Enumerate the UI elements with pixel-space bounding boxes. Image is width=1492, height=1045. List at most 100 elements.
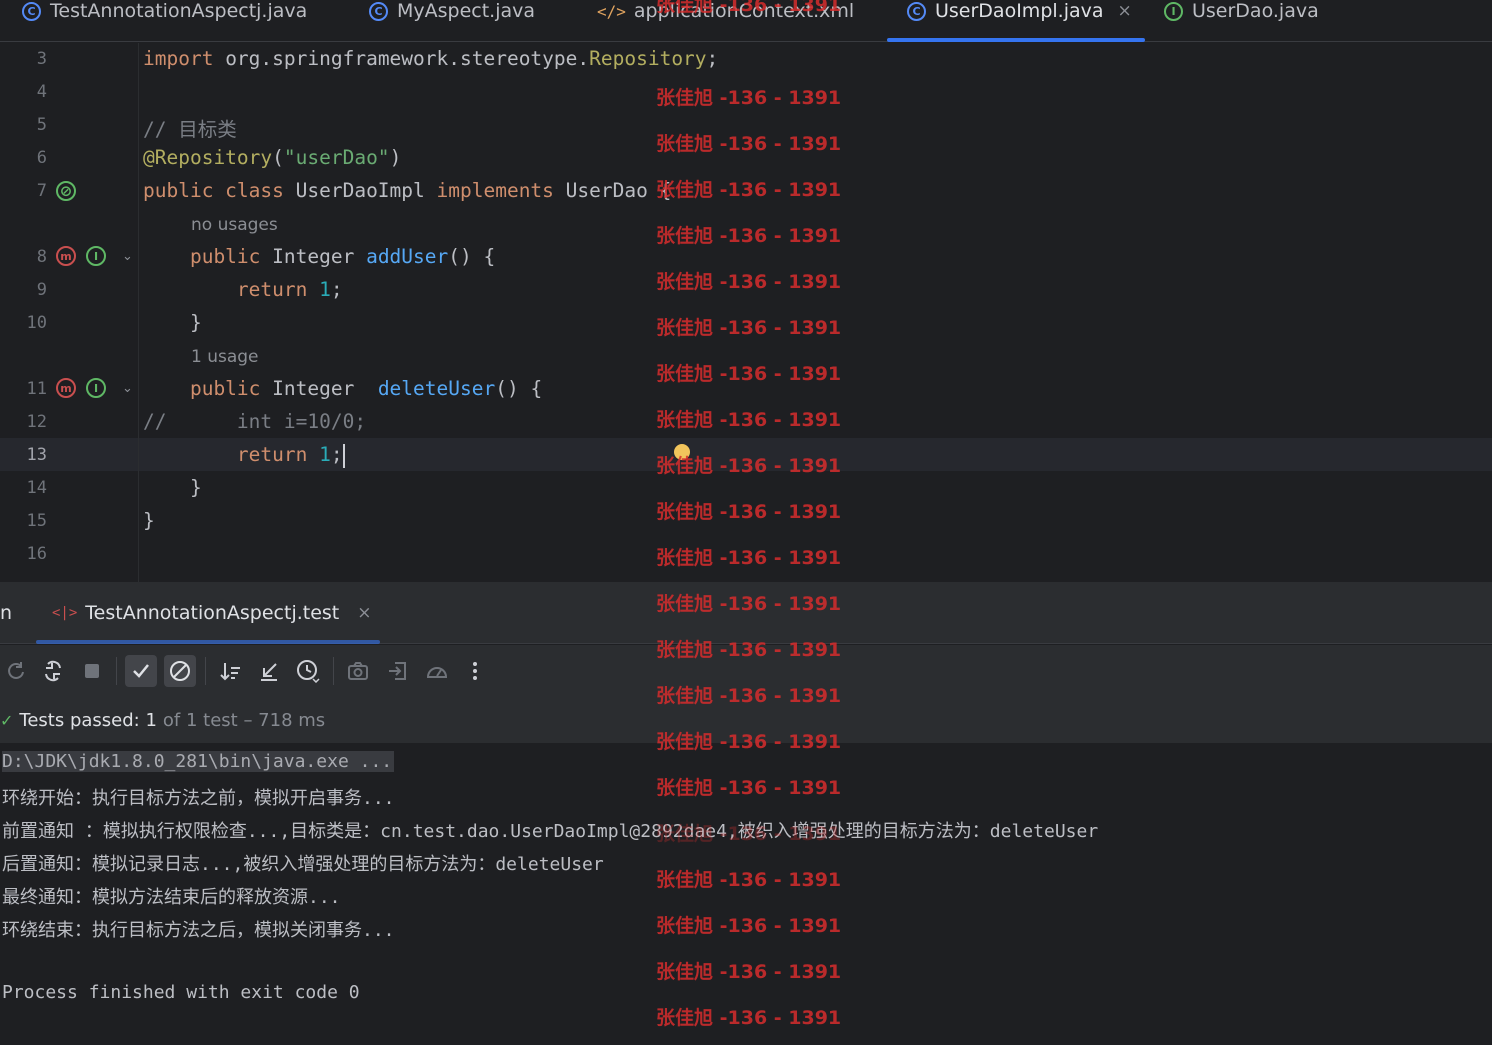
code-token: 1 bbox=[307, 278, 331, 301]
code-token: "userDao" bbox=[283, 146, 390, 169]
import-icon[interactable] bbox=[382, 655, 414, 687]
duration-icon[interactable] bbox=[292, 655, 324, 687]
code-token: public bbox=[143, 377, 261, 400]
tab-test-annotation-aspectj[interactable]: C TestAnnotationAspectj.java bbox=[22, 0, 307, 42]
line-number[interactable]: 11 bbox=[0, 379, 47, 399]
line-number[interactable]: 12 bbox=[0, 412, 47, 432]
test-status-bar: ✓ Tests passed: 1 of 1 test – 718 ms bbox=[0, 697, 1492, 743]
active-tab-indicator bbox=[887, 38, 1145, 42]
line-number[interactable]: 4 bbox=[0, 82, 47, 102]
code-line-7[interactable]: public class UserDaoImpl implements User… bbox=[143, 179, 671, 202]
run-configuration-tab[interactable]: <|> TestAnnotationAspectj.test × bbox=[52, 602, 372, 624]
line-number[interactable]: 8 bbox=[0, 247, 47, 267]
code-token: () { bbox=[495, 377, 543, 400]
implements-method-icon[interactable]: m bbox=[56, 378, 76, 398]
line-number-current[interactable]: 13 bbox=[0, 445, 47, 465]
line-number[interactable]: 5 bbox=[0, 115, 47, 135]
fold-chevron-icon[interactable]: ⌄ bbox=[122, 381, 133, 396]
usage-hint[interactable]: 1 usage bbox=[191, 347, 259, 367]
check-icon: ✓ bbox=[0, 710, 14, 730]
tab-application-context[interactable]: </> applicationContext.xml bbox=[597, 0, 854, 42]
code-token: return bbox=[143, 443, 308, 466]
coverage-icon[interactable] bbox=[421, 655, 453, 687]
code-token: public class bbox=[143, 179, 284, 202]
class-icon: C bbox=[907, 2, 926, 21]
toolbar-separator bbox=[205, 657, 206, 685]
code-token: UserDao { bbox=[553, 179, 672, 202]
toolbar-separator bbox=[116, 657, 117, 685]
tab-user-dao[interactable]: I UserDao.java bbox=[1164, 0, 1319, 42]
line-number[interactable]: 15 bbox=[0, 511, 47, 531]
line-number[interactable]: 10 bbox=[0, 313, 47, 333]
console-output[interactable]: D:\JDK\jdk1.8.0_281\bin\java.exe ... 环绕开… bbox=[0, 743, 1492, 1045]
code-line-14[interactable]: } bbox=[143, 476, 202, 499]
lightbulb-icon[interactable] bbox=[674, 444, 690, 460]
code-token: 1 bbox=[307, 443, 331, 466]
console-line: 前置通知 ：模拟执行权限检查...,目标类是：cn.test.dao.UserD… bbox=[2, 821, 1099, 842]
code-line-3[interactable]: import org.springframework.stereotype.Re… bbox=[143, 47, 718, 70]
screenshot-icon[interactable] bbox=[342, 655, 374, 687]
close-icon[interactable]: × bbox=[1118, 1, 1132, 21]
code-token: Integer bbox=[260, 377, 378, 400]
rerun-icon[interactable] bbox=[0, 655, 32, 687]
line-number[interactable]: 9 bbox=[0, 280, 47, 300]
test-config-icon: <|> bbox=[52, 605, 78, 621]
code-line-11[interactable]: public Integer deleteUser() { bbox=[143, 377, 542, 400]
collapse-icon[interactable] bbox=[253, 655, 285, 687]
console-line: 环绕开始：执行目标方法之前，模拟开启事务... bbox=[2, 788, 395, 809]
code-token: org.springframework.stereotype. bbox=[213, 47, 590, 70]
line-number[interactable]: 16 bbox=[0, 544, 47, 564]
go-to-interface-icon[interactable]: I bbox=[86, 246, 106, 266]
console-line: 环绕结束：执行目标方法之后，模拟关闭事务... bbox=[2, 920, 395, 941]
tab-label: UserDaoImpl.java bbox=[935, 0, 1104, 22]
code-line-6[interactable]: @Repository("userDao") bbox=[143, 146, 401, 169]
tab-label: UserDao.java bbox=[1192, 0, 1319, 22]
show-passed-icon[interactable] bbox=[125, 655, 157, 687]
code-line-12[interactable]: // int i=10/0; bbox=[143, 410, 366, 433]
line-number[interactable]: 14 bbox=[0, 478, 47, 498]
go-to-interface-icon[interactable]: I bbox=[86, 378, 106, 398]
close-icon[interactable]: × bbox=[357, 603, 371, 623]
code-editor[interactable]: 3 4 5 6 7 8 9 10 11 12 13 14 15 16 ⊘ m I… bbox=[0, 43, 1492, 582]
code-line-9[interactable]: return 1; bbox=[143, 278, 343, 301]
line-number[interactable]: 3 bbox=[0, 49, 47, 69]
code-line-13[interactable]: return 1; bbox=[143, 443, 345, 468]
tab-user-dao-impl[interactable]: C UserDaoImpl.java × bbox=[907, 0, 1132, 42]
implements-method-icon[interactable]: m bbox=[56, 246, 76, 266]
comment-text: // 目标类 bbox=[143, 118, 237, 141]
console-command-line[interactable]: D:\JDK\jdk1.8.0_281\bin\java.exe ... bbox=[2, 751, 395, 772]
code-token: ) bbox=[389, 146, 402, 169]
code-line-8[interactable]: public Integer addUser() { bbox=[143, 245, 495, 268]
code-token: implements bbox=[436, 179, 554, 202]
code-token: ; bbox=[330, 443, 343, 466]
code-token: deleteUser bbox=[377, 377, 496, 400]
stop-icon[interactable] bbox=[76, 655, 108, 687]
no-aspect-icon[interactable]: ⊘ bbox=[56, 181, 76, 201]
tests-passed-label: Tests passed: 1 bbox=[19, 709, 157, 731]
code-line-10[interactable]: } bbox=[143, 311, 202, 334]
usage-hint[interactable]: no usages bbox=[191, 215, 278, 235]
rerun-failed-icon[interactable] bbox=[37, 655, 69, 687]
line-number[interactable]: 7 bbox=[0, 181, 47, 201]
code-token: @Repository bbox=[143, 146, 273, 169]
code-token: ; bbox=[706, 47, 719, 70]
class-icon: C bbox=[369, 2, 388, 21]
interface-icon: I bbox=[1164, 2, 1183, 21]
code-token: return bbox=[143, 278, 308, 301]
tab-label: MyAspect.java bbox=[397, 0, 536, 22]
run-tab-label: TestAnnotationAspectj.test bbox=[85, 602, 340, 624]
code-token: import bbox=[143, 47, 214, 70]
class-icon: C bbox=[22, 2, 41, 21]
show-ignored-icon[interactable] bbox=[164, 655, 196, 687]
code-token: Repository bbox=[589, 47, 707, 70]
sort-icon[interactable] bbox=[214, 655, 246, 687]
code-token: int i=10/0; bbox=[166, 410, 367, 433]
tab-label: applicationContext.xml bbox=[633, 0, 855, 22]
fold-chevron-icon[interactable]: ⌄ bbox=[122, 249, 133, 264]
line-number[interactable]: 6 bbox=[0, 148, 47, 168]
code-line-15[interactable]: } bbox=[143, 509, 155, 532]
code-line-5[interactable]: // 目标类 bbox=[143, 113, 237, 142]
tab-my-aspect[interactable]: C MyAspect.java bbox=[369, 0, 535, 42]
code-token: () { bbox=[448, 245, 496, 268]
more-icon[interactable] bbox=[459, 655, 491, 687]
